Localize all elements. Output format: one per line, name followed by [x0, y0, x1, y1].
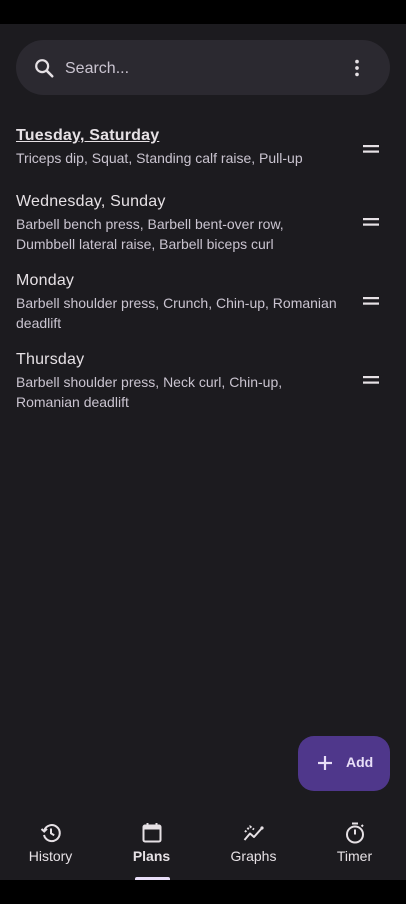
search-input[interactable] — [63, 40, 337, 97]
plus-icon — [318, 756, 332, 770]
calendar-icon — [142, 823, 162, 843]
plan-title: Thursday — [16, 351, 85, 368]
history-icon — [40, 824, 61, 843]
drag-handle-icon[interactable] — [362, 143, 380, 155]
timer-icon — [346, 822, 364, 844]
plan-exercises: Barbell shoulder press, Crunch, Chin-up,… — [16, 295, 337, 331]
nav-label: Graphs — [230, 848, 277, 864]
plan-title: Monday — [16, 272, 75, 289]
plan-item[interactable]: Wednesday, Sunday Barbell bench press, B… — [16, 192, 390, 254]
active-indicator — [135, 877, 170, 880]
drag-handle-icon[interactable] — [362, 216, 380, 228]
plans-screen: Tuesday, Saturday Triceps dip, Squat, St… — [0, 24, 406, 880]
plan-item[interactable]: Tuesday, Saturday Triceps dip, Squat, St… — [16, 126, 390, 168]
search-icon[interactable] — [33, 57, 55, 79]
add-button-label: Add — [346, 754, 374, 770]
nav-item-plans[interactable]: Plans — [101, 804, 202, 880]
plan-item[interactable]: Monday Barbell shoulder press, Crunch, C… — [16, 271, 390, 333]
search-bar[interactable] — [16, 40, 390, 97]
nav-label: Plans — [132, 848, 171, 864]
plan-title: Wednesday, Sunday — [16, 193, 166, 210]
plan-title: Tuesday, Saturday — [16, 127, 160, 144]
bottom-navigation: History Plans Graphs Timer — [0, 804, 406, 880]
graphs-icon — [243, 825, 264, 841]
nav-item-timer[interactable]: Timer — [304, 804, 405, 880]
plan-exercises: Barbell bench press, Barbell bent-over r… — [16, 216, 284, 252]
nav-item-graphs[interactable]: Graphs — [203, 804, 304, 880]
drag-handle-icon[interactable] — [362, 295, 380, 307]
drag-handle-icon[interactable] — [362, 374, 380, 386]
add-plan-button[interactable]: Add — [298, 736, 390, 791]
nav-label: Timer — [336, 848, 373, 864]
more-options-icon[interactable] — [346, 57, 368, 79]
plan-exercises: Triceps dip, Squat, Standing calf raise,… — [16, 150, 303, 166]
plan-item[interactable]: Thursday Barbell shoulder press, Neck cu… — [16, 350, 390, 412]
plan-exercises: Barbell shoulder press, Neck curl, Chin-… — [16, 374, 283, 410]
nav-label: History — [28, 848, 73, 864]
nav-item-history[interactable]: History — [0, 804, 101, 880]
